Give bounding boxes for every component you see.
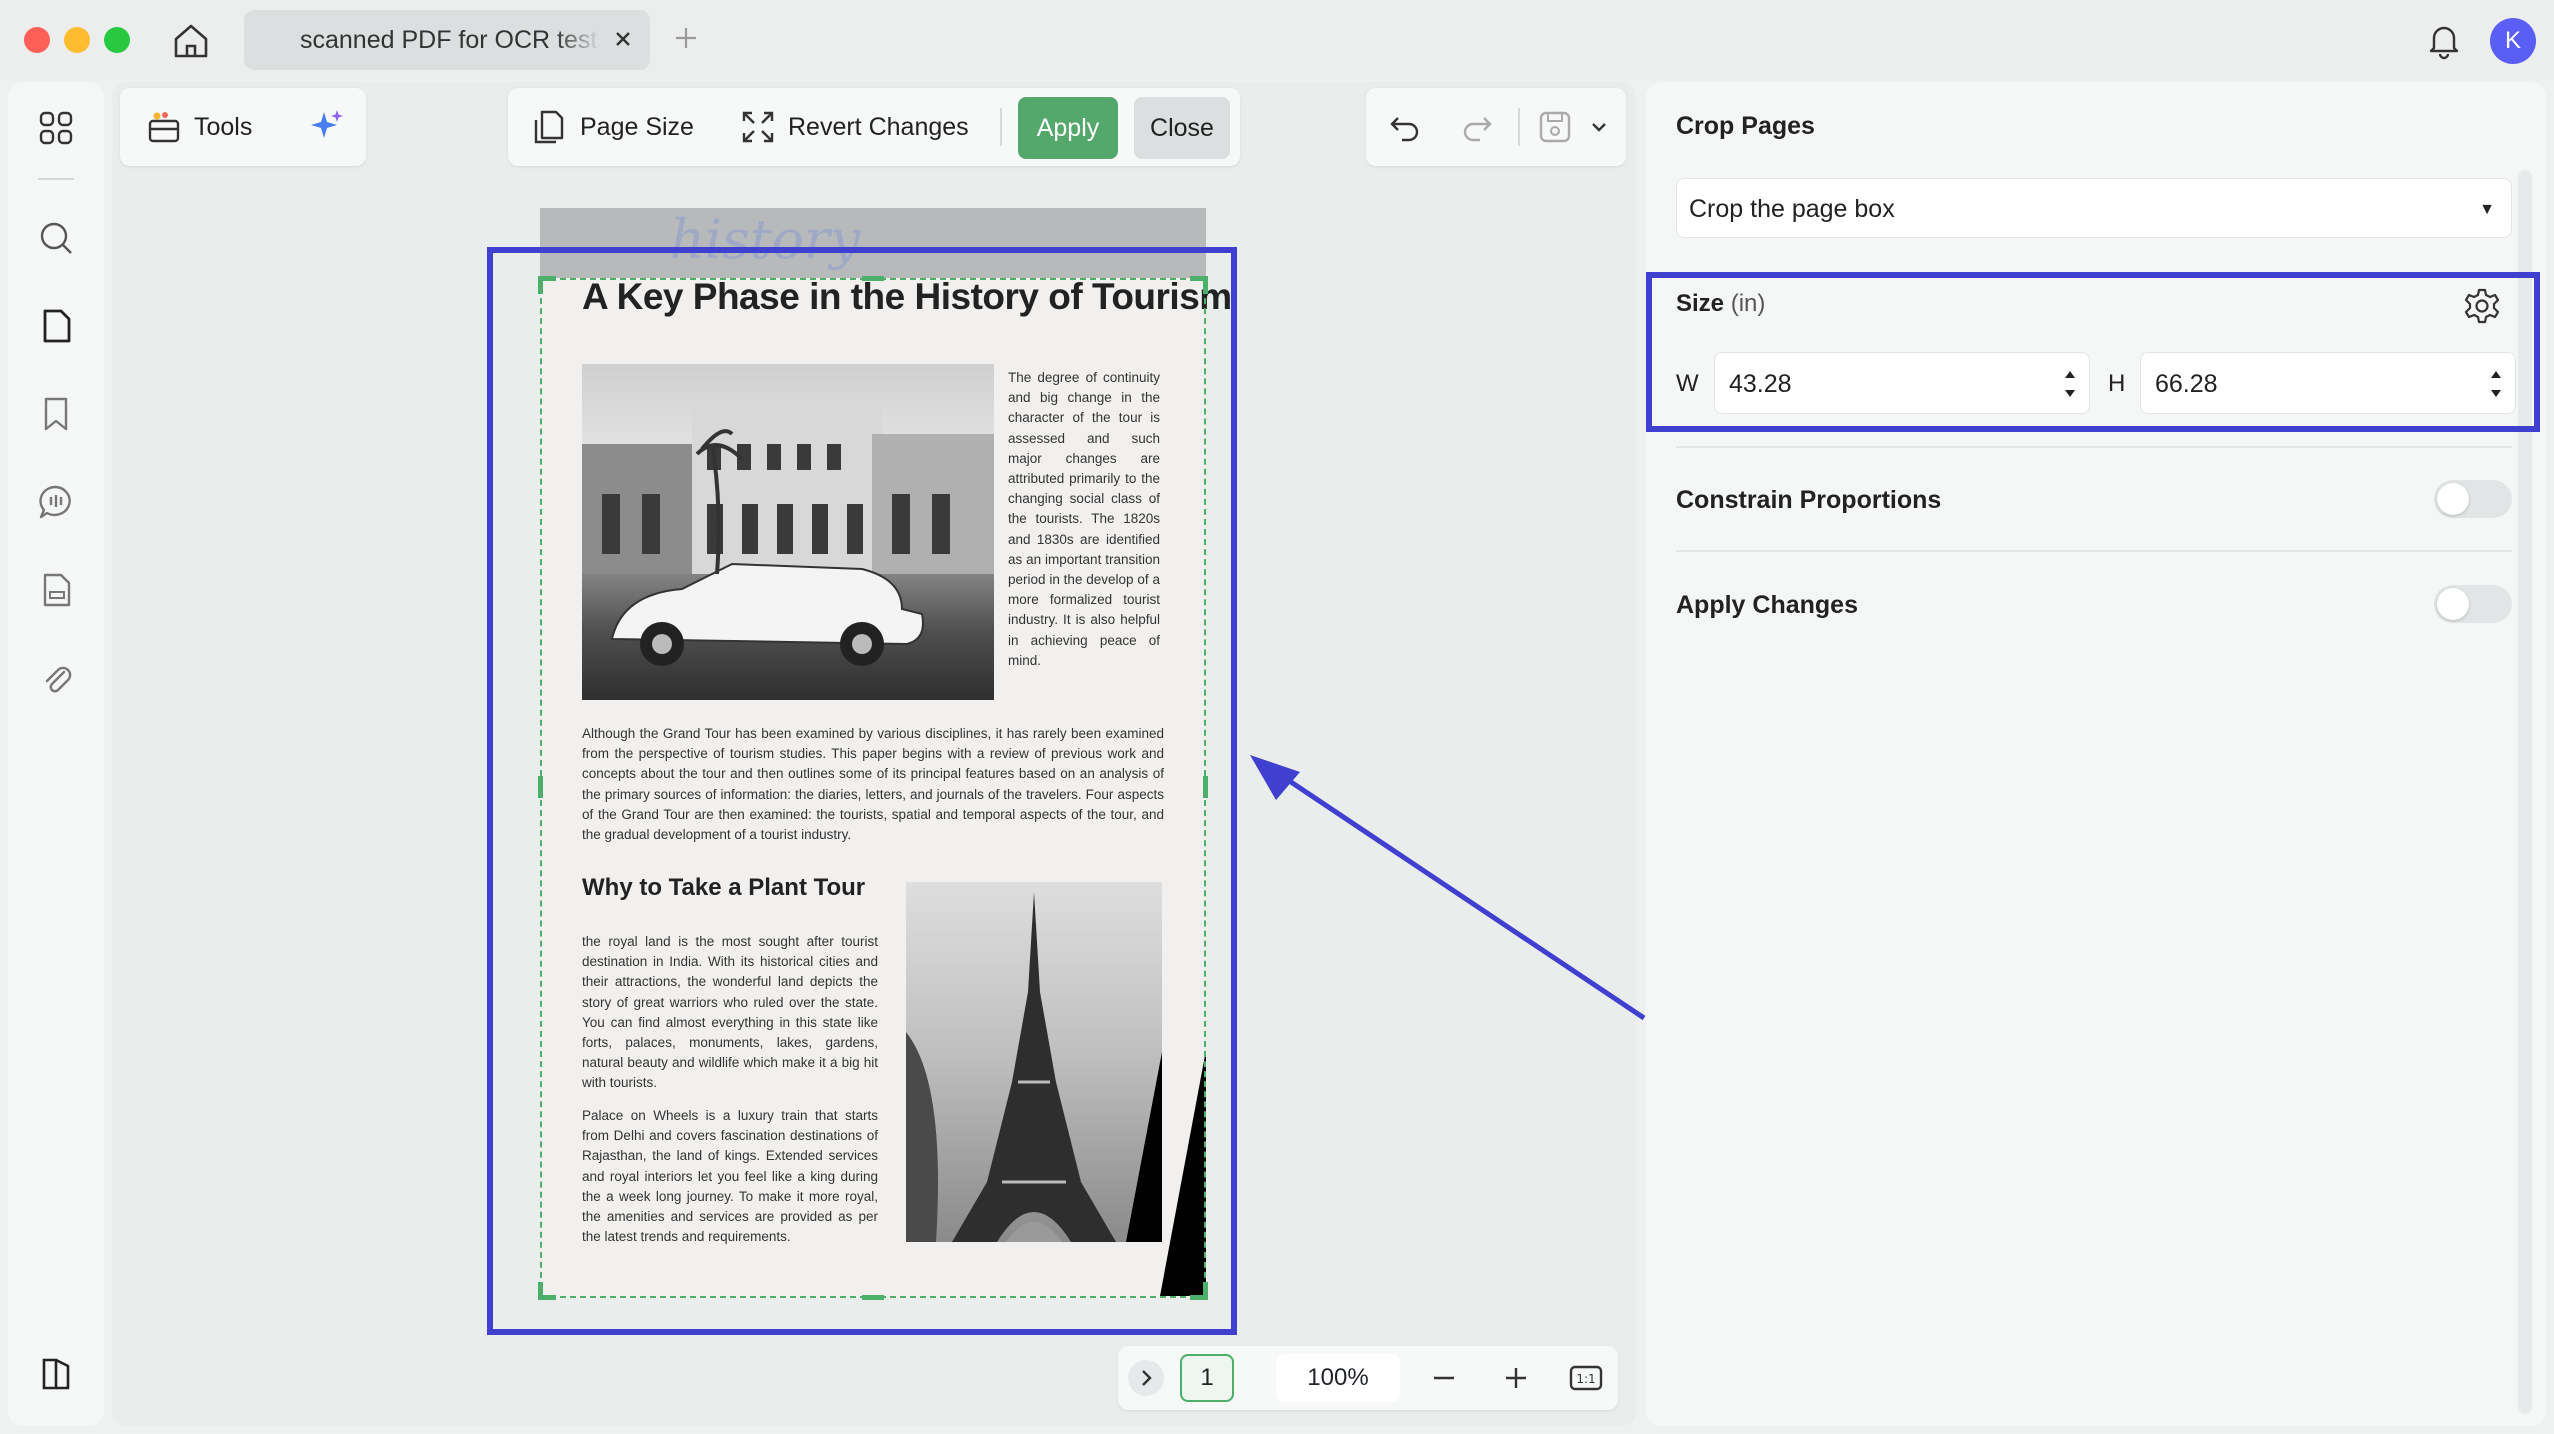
page-number-input[interactable]: 1 xyxy=(1180,1354,1234,1402)
page-icon[interactable] xyxy=(36,306,76,346)
expand-arrows-icon xyxy=(742,111,774,143)
svg-text:1:1: 1:1 xyxy=(1576,1372,1595,1386)
constrain-proportions-toggle[interactable] xyxy=(2434,480,2512,518)
toggle-knob xyxy=(2437,483,2469,515)
actual-size-icon[interactable]: 1:1 xyxy=(1568,1360,1604,1396)
row-divider xyxy=(1676,550,2512,552)
redo-icon[interactable] xyxy=(1458,108,1496,146)
toolbox-icon xyxy=(148,112,180,143)
close-icon[interactable] xyxy=(610,26,636,52)
window-minimize-button[interactable] xyxy=(64,27,90,53)
form-icon[interactable] xyxy=(36,570,76,610)
tools-group: Tools xyxy=(120,88,366,166)
zoom-out-icon[interactable] xyxy=(1426,1360,1462,1396)
crop-mode-select[interactable]: Crop the page box ▼ xyxy=(1676,178,2512,238)
history-toolbar xyxy=(1366,88,1626,166)
page-highlight-box xyxy=(487,247,1237,1335)
apply-button[interactable]: Apply xyxy=(1018,97,1118,159)
panel-title: Crop Pages xyxy=(1676,112,1815,140)
revert-changes-button[interactable]: Revert Changes xyxy=(740,88,969,166)
title-bar: scanned PDF for OCR test K xyxy=(0,0,2554,80)
apply-changes-toggle[interactable] xyxy=(2434,585,2512,623)
rail-divider xyxy=(38,178,74,180)
document-tab[interactable]: scanned PDF for OCR test xyxy=(244,10,650,70)
size-highlight-box xyxy=(1646,272,2540,432)
comment-icon[interactable] xyxy=(36,482,76,522)
tools-label: Tools xyxy=(194,112,253,141)
window-close-button[interactable] xyxy=(24,27,50,53)
home-icon[interactable] xyxy=(168,18,214,64)
undo-icon[interactable] xyxy=(1386,108,1424,146)
tools-button[interactable]: Tools xyxy=(146,88,252,166)
bookmark-icon[interactable] xyxy=(36,394,76,434)
avatar[interactable]: K xyxy=(2490,18,2536,64)
annotation-arrow xyxy=(1250,755,1646,1021)
zoom-in-icon[interactable] xyxy=(1498,1360,1534,1396)
attachment-icon[interactable] xyxy=(36,658,76,698)
save-icon[interactable] xyxy=(1536,108,1574,146)
apps-grid-icon[interactable] xyxy=(36,108,76,148)
sidebar-toggle-icon[interactable] xyxy=(36,1354,76,1394)
toolbar-divider xyxy=(1000,108,1002,146)
plus-icon[interactable] xyxy=(672,24,700,52)
bell-icon[interactable] xyxy=(2424,20,2464,60)
chevron-right-icon xyxy=(1142,1370,1152,1386)
tab-title: scanned PDF for OCR test xyxy=(300,26,598,54)
row-divider xyxy=(1676,446,2512,448)
crop-mode-value: Crop the page box xyxy=(1689,195,1895,223)
ai-sparkle-icon[interactable] xyxy=(306,106,348,148)
window-zoom-button[interactable] xyxy=(104,27,130,53)
page-size-icon xyxy=(534,110,564,144)
page-size-button[interactable]: Page Size xyxy=(530,88,694,166)
constrain-proportions-label: Constrain Proportions xyxy=(1676,486,1942,514)
chevron-down-icon[interactable] xyxy=(1588,116,1610,138)
zoom-level[interactable]: 100% xyxy=(1276,1354,1400,1402)
caret-down-icon: ▼ xyxy=(2479,201,2495,218)
page-controls: 1 100% 1:1 xyxy=(1118,1346,1618,1410)
revert-changes-label: Revert Changes xyxy=(788,112,969,141)
page-size-label: Page Size xyxy=(580,112,694,141)
left-rail xyxy=(8,82,104,1426)
toolbar-divider xyxy=(1518,108,1520,146)
next-page-button[interactable] xyxy=(1128,1360,1164,1396)
close-button[interactable]: Close xyxy=(1134,97,1230,159)
toggle-knob xyxy=(2437,588,2469,620)
search-icon[interactable] xyxy=(36,218,76,258)
crop-toolbar: Page Size Revert Changes Apply Close xyxy=(508,88,1240,166)
apply-changes-label: Apply Changes xyxy=(1676,591,1858,619)
